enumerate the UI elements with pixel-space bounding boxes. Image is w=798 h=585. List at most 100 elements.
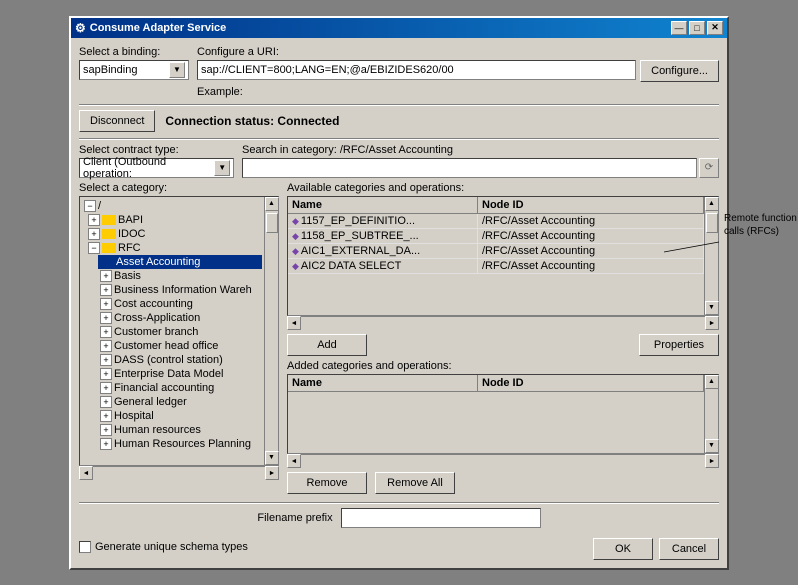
folder-icon xyxy=(102,243,116,253)
remove-button[interactable]: Remove xyxy=(287,472,367,494)
expand-icon[interactable]: + xyxy=(100,298,112,310)
expand-icon[interactable]: + xyxy=(100,438,112,450)
expand-icon[interactable]: + xyxy=(100,326,112,338)
available-scrollbar-h[interactable]: ◄ ► xyxy=(287,316,719,330)
tree-item-business-info[interactable]: + Business Information Wareh xyxy=(98,283,262,297)
added-scrollbar-v[interactable]: ▲ ▼ xyxy=(704,375,718,453)
scroll-thumb[interactable] xyxy=(706,213,718,233)
scroll-track-h[interactable] xyxy=(301,455,705,468)
scroll-right-button[interactable]: ► xyxy=(265,466,279,480)
window-icon: ⚙ xyxy=(75,21,86,35)
scroll-up-button[interactable]: ▲ xyxy=(705,375,719,389)
available-table-body[interactable]: 1157_EP_DEFINITIO... /RFC/Asset Accounti… xyxy=(288,214,704,274)
callout-line-svg xyxy=(664,232,764,272)
expand-icon[interactable]: + xyxy=(88,214,100,226)
expand-icon[interactable]: − xyxy=(88,242,100,254)
contract-dropdown-arrow[interactable]: ▼ xyxy=(214,160,230,176)
expand-icon[interactable]: + xyxy=(100,368,112,380)
table-row[interactable]: AIC2 DATA SELECT /RFC/Asset Accounting xyxy=(288,259,704,274)
table-row[interactable]: 1157_EP_DEFINITIO... /RFC/Asset Accounti… xyxy=(288,214,704,229)
title-bar-left: ⚙ Consume Adapter Service xyxy=(75,21,226,35)
main-window: ⚙ Consume Adapter Service — □ ✕ Select a… xyxy=(69,16,729,570)
tree-label: RFC xyxy=(118,242,141,254)
scroll-down-button[interactable]: ▼ xyxy=(705,439,719,453)
tree-item-asset-accounting[interactable]: Asset Accounting xyxy=(98,255,262,269)
expand-icon[interactable]: + xyxy=(100,396,112,408)
tree-item-root[interactable]: − / xyxy=(82,199,262,213)
tree-item-idoc[interactable]: + IDOC xyxy=(86,227,262,241)
expand-icon[interactable]: − xyxy=(84,200,96,212)
close-button[interactable]: ✕ xyxy=(707,21,723,35)
tree-item-basis[interactable]: + Basis xyxy=(98,269,262,283)
binding-dropdown-arrow[interactable]: ▼ xyxy=(169,62,185,78)
expand-icon[interactable]: + xyxy=(100,284,112,296)
main-area: Select a category: − / + xyxy=(79,182,719,498)
scroll-thumb[interactable] xyxy=(266,213,278,233)
tree-item-human-resources[interactable]: + Human resources xyxy=(98,423,262,437)
contract-combo[interactable]: Client (Outbound operation: ▼ xyxy=(79,158,234,178)
folder-icon xyxy=(102,215,116,225)
expand-icon[interactable]: + xyxy=(100,382,112,394)
tree-item-customer-branch[interactable]: + Customer branch xyxy=(98,325,262,339)
table-row[interactable]: 1158_EP_SUBTREE_... /RFC/Asset Accountin… xyxy=(288,229,704,244)
tree-item-cost-accounting[interactable]: + Cost accounting xyxy=(98,297,262,311)
scroll-track-h[interactable] xyxy=(93,467,265,480)
remove-all-button[interactable]: Remove All xyxy=(375,472,455,494)
uri-input[interactable] xyxy=(197,60,636,80)
expand-icon[interactable]: + xyxy=(100,312,112,324)
tree-item-hospital[interactable]: + Hospital xyxy=(98,409,262,423)
scroll-right-button[interactable]: ► xyxy=(705,454,719,468)
scroll-left-button[interactable]: ◄ xyxy=(287,316,301,330)
tree-item-enterprise-data[interactable]: + Enterprise Data Model xyxy=(98,367,262,381)
expand-icon[interactable]: + xyxy=(88,228,100,240)
generate-checkbox[interactable] xyxy=(79,541,91,553)
add-button[interactable]: Add xyxy=(287,334,367,356)
expand-icon[interactable]: + xyxy=(100,410,112,422)
connection-status: Connection status: Connected xyxy=(165,114,339,128)
tree-item-hr-planning[interactable]: + Human Resources Planning xyxy=(98,437,262,451)
tree-item-rfc[interactable]: − RFC xyxy=(86,241,262,255)
tree-item-dass[interactable]: + DASS (control station) xyxy=(98,353,262,367)
tree-item-cross-app[interactable]: + Cross-Application xyxy=(98,311,262,325)
tree-scroll[interactable]: − / + BAPI + xyxy=(80,197,264,465)
tree-item-bapi[interactable]: + BAPI xyxy=(86,213,262,227)
configure-button[interactable]: Configure... xyxy=(640,60,719,82)
expand-icon[interactable]: + xyxy=(100,424,112,436)
search-input[interactable] xyxy=(242,158,697,178)
uri-label: Configure a URI: xyxy=(197,46,719,58)
search-go-button[interactable]: ⟳ xyxy=(699,158,719,178)
disconnect-button[interactable]: Disconnect xyxy=(79,110,155,132)
binding-group: Select a binding: sapBinding ▼ xyxy=(79,46,189,80)
name-cell: AIC1_EXTERNAL_DA... xyxy=(288,244,478,258)
tree-scrollbar-h[interactable]: ◄ ► xyxy=(79,466,279,480)
tree-item-customer-head-office[interactable]: + Customer head office xyxy=(98,339,262,353)
binding-combo[interactable]: sapBinding ▼ xyxy=(79,60,189,80)
maximize-button[interactable]: □ xyxy=(689,21,705,35)
scroll-left-button[interactable]: ◄ xyxy=(79,466,93,480)
tree-item-financial-accounting[interactable]: + Financial accounting xyxy=(98,381,262,395)
scroll-up-button[interactable]: ▲ xyxy=(705,197,719,211)
generate-label: Generate unique schema types xyxy=(95,541,248,553)
filename-input[interactable] xyxy=(341,508,541,528)
scroll-up-button[interactable]: ▲ xyxy=(265,197,279,211)
expand-icon[interactable]: + xyxy=(100,270,112,282)
tree-label: General ledger xyxy=(114,396,187,408)
scroll-right-button[interactable]: ► xyxy=(705,316,719,330)
scroll-left-button[interactable]: ◄ xyxy=(287,454,301,468)
ok-button[interactable]: OK xyxy=(593,538,653,560)
properties-button[interactable]: Properties xyxy=(639,334,719,356)
table-row[interactable]: AIC1_EXTERNAL_DA... /RFC/Asset Accountin… xyxy=(288,244,704,259)
search-group: Search in category: /RFC/Asset Accountin… xyxy=(242,144,719,178)
right-panel-wrapper: Available categories and operations: Nam… xyxy=(287,182,719,498)
filename-row: Filename prefix xyxy=(79,508,719,528)
minimize-button[interactable]: — xyxy=(671,21,687,35)
tree-scrollbar-v[interactable]: ▲ ▼ xyxy=(264,197,278,465)
cancel-button[interactable]: Cancel xyxy=(659,538,719,560)
scroll-track-h[interactable] xyxy=(301,317,705,330)
scroll-down-button[interactable]: ▼ xyxy=(265,451,279,465)
added-scrollbar-h[interactable]: ◄ ► xyxy=(287,454,719,468)
tree-item-general-ledger[interactable]: + General ledger xyxy=(98,395,262,409)
expand-icon[interactable]: + xyxy=(100,340,112,352)
expand-icon[interactable]: + xyxy=(100,354,112,366)
scroll-down-button[interactable]: ▼ xyxy=(705,301,719,315)
